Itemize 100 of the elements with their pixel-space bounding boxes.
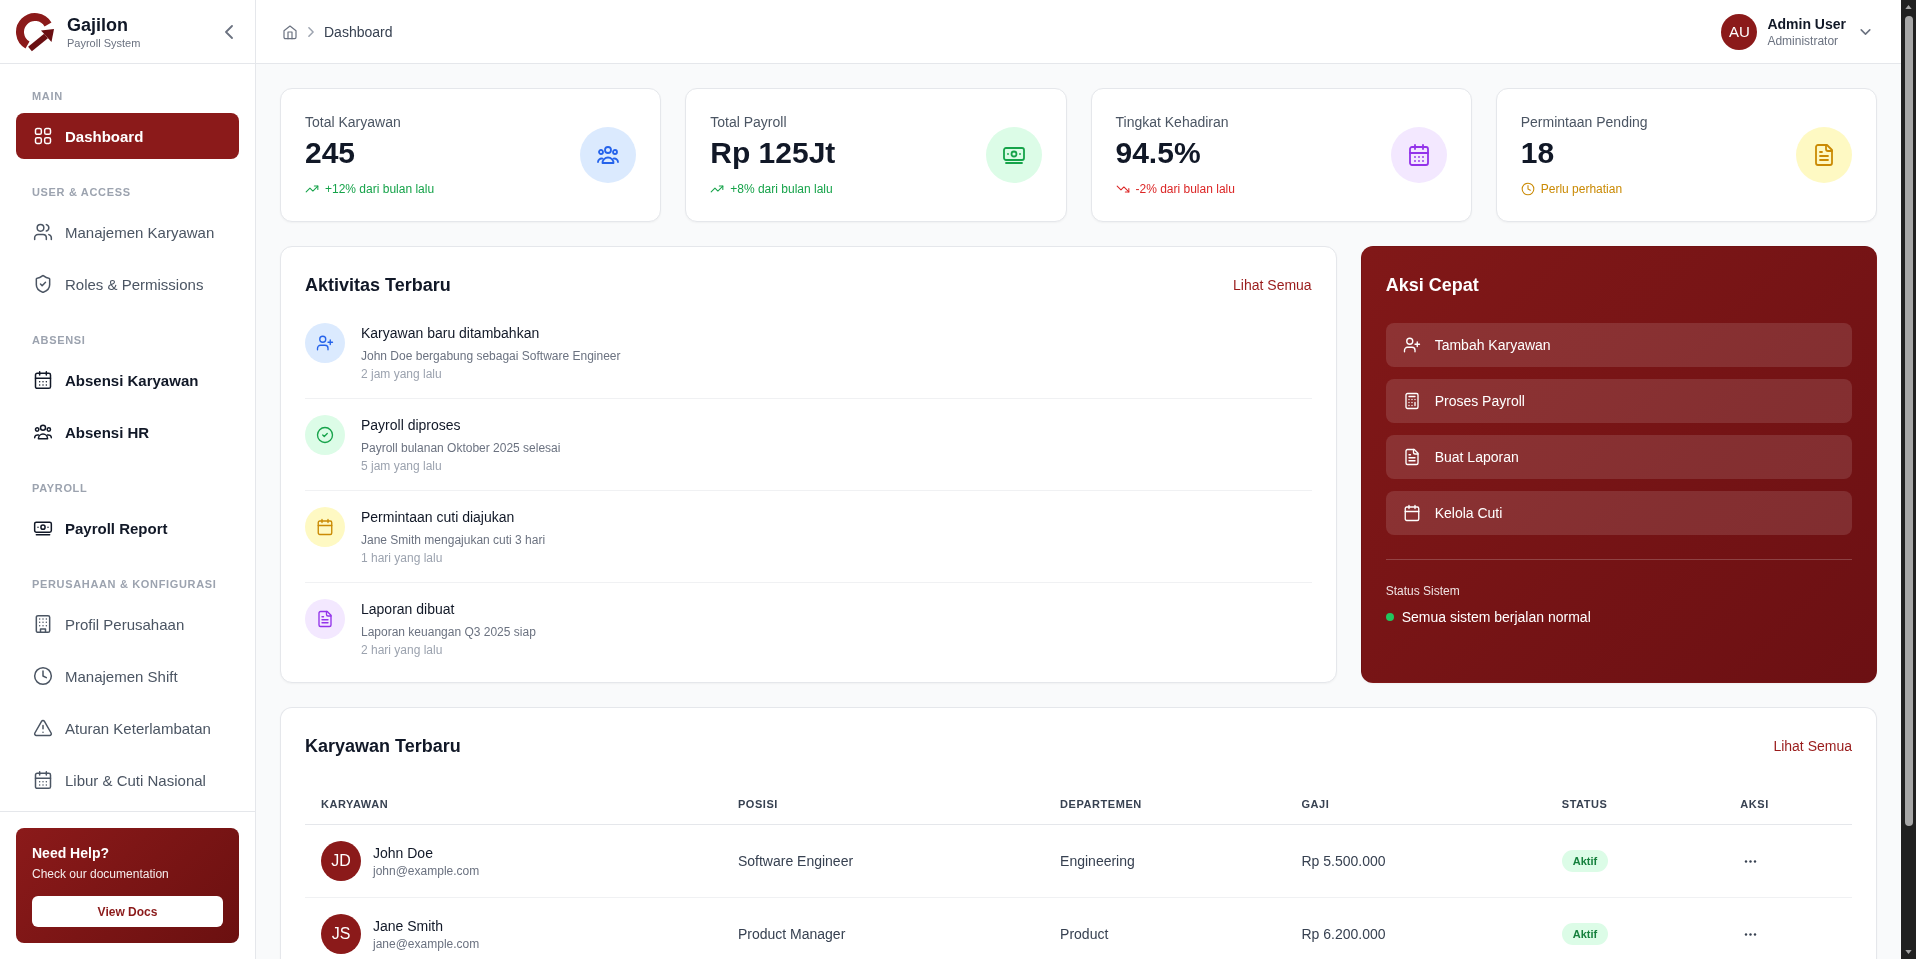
calendar-icon bbox=[1402, 504, 1421, 522]
check-circle-icon bbox=[305, 415, 345, 455]
grid-icon bbox=[33, 126, 53, 146]
card-title: Aktivitas Terbaru bbox=[305, 274, 451, 297]
chevron-left-icon bbox=[225, 24, 233, 39]
position-text: Software Engineer bbox=[737, 852, 854, 871]
home-icon[interactable] bbox=[282, 23, 298, 40]
activity-time: 5 jam yang lalu bbox=[361, 458, 443, 474]
view-docs-button[interactable]: View Docs bbox=[32, 896, 223, 927]
nav-item[interactable]: Manajemen Karyawan bbox=[16, 209, 239, 255]
stat-label: Total Payroll bbox=[710, 113, 788, 131]
users-icon bbox=[33, 222, 53, 242]
employee-name: Jane Smith bbox=[373, 917, 445, 936]
status-label: Status Sistem bbox=[1385, 583, 1461, 599]
column-header: POSISI bbox=[736, 797, 779, 812]
document-icon bbox=[305, 599, 345, 639]
department-text: Product bbox=[1060, 925, 1109, 944]
stat-note: Perlu perhatian bbox=[1540, 181, 1623, 197]
document-icon bbox=[1402, 448, 1421, 466]
user-role: Administrator bbox=[1767, 32, 1840, 49]
more-icon bbox=[1744, 932, 1758, 936]
stat-label: Total Karyawan bbox=[305, 113, 402, 131]
employee-name: John Doe bbox=[373, 844, 434, 863]
activity-description: John Doe bergabung sebagai Software Engineer bbox=[361, 348, 621, 365]
activity-time: 2 hari yang lalu bbox=[361, 642, 444, 658]
nav-section-label: USER & ACCESS bbox=[31, 185, 132, 199]
employee-email: jane@example.com bbox=[373, 936, 480, 952]
stat-note: +12% dari bulan lalu bbox=[325, 181, 435, 197]
nav-item[interactable]: Profil Perusahaan bbox=[16, 601, 239, 647]
stat-value: 245 bbox=[305, 135, 357, 171]
scrollbar-thumb[interactable] bbox=[1904, 16, 1913, 826]
activity-description: Jane Smith mengajukan cuti 3 hari bbox=[361, 532, 546, 549]
activity-title: Permintaan cuti diajukan bbox=[361, 508, 516, 527]
nav-section-label: PERUSAHAAN & KONFIGURASI bbox=[31, 577, 218, 591]
stat-value: 94.5% bbox=[1115, 135, 1202, 171]
nav-item[interactable]: Manajemen Shift bbox=[16, 653, 239, 699]
employee-avatar: JD bbox=[321, 841, 361, 881]
nav-item[interactable]: Payroll Report bbox=[16, 505, 239, 551]
activity-title: Payroll diproses bbox=[361, 416, 462, 435]
department-text: Engineering bbox=[1060, 852, 1135, 871]
activity-time: 1 hari yang lalu bbox=[361, 550, 444, 566]
warning-icon bbox=[33, 718, 53, 738]
salary-text: Rp 5.500.000 bbox=[1301, 852, 1386, 871]
card-title: Karyawan Terbaru bbox=[305, 735, 461, 758]
user-name: Admin User bbox=[1767, 14, 1846, 33]
nav-item[interactable]: Dashboard bbox=[16, 113, 239, 159]
see-all-link[interactable]: Lihat Semua bbox=[1773, 738, 1852, 754]
breadcrumb-current: Dashboard bbox=[324, 23, 393, 40]
column-header: KARYAWAN bbox=[320, 797, 390, 812]
calendar-icon bbox=[33, 770, 53, 790]
column-header: AKSI bbox=[1739, 797, 1770, 812]
calendar-icon bbox=[305, 507, 345, 547]
stat-note: -2% dari bulan lalu bbox=[1135, 181, 1235, 197]
document-icon bbox=[1796, 127, 1852, 183]
column-header: DEPARTEMEN bbox=[1059, 797, 1143, 812]
stat-label: Tingkat Kehadiran bbox=[1115, 113, 1230, 131]
activity-title: Karyawan baru ditambahkan bbox=[361, 324, 541, 343]
quick-action-button[interactable]: Proses Payroll bbox=[1385, 379, 1852, 423]
more-icon bbox=[1744, 859, 1758, 863]
scroll-up-arrow-icon[interactable] bbox=[1905, 5, 1912, 9]
status-badge: Aktif bbox=[1561, 850, 1609, 872]
nav-item[interactable]: Libur & Cuti Nasional bbox=[16, 757, 239, 803]
status-text: Semua sistem berjalan normal bbox=[1401, 608, 1591, 627]
nav-section-label: PAYROLL bbox=[31, 481, 89, 495]
stat-value: Rp 125Jt bbox=[710, 135, 836, 171]
nav-item[interactable]: Aturan Keterlambatan bbox=[16, 705, 239, 751]
see-all-link[interactable]: Lihat Semua bbox=[1233, 277, 1312, 293]
calendar-icon bbox=[33, 370, 53, 390]
building-icon bbox=[33, 614, 53, 634]
help-text: Check our documentation bbox=[32, 866, 170, 882]
chevron-right-icon bbox=[308, 26, 314, 37]
logo-icon bbox=[15, 11, 55, 52]
employee-avatar: JS bbox=[321, 914, 361, 954]
activity-title: Laporan dibuat bbox=[361, 600, 456, 619]
user-avatar[interactable]: AU bbox=[1721, 13, 1758, 50]
brand-name: Gajilon bbox=[67, 13, 129, 36]
quick-action-button[interactable]: Buat Laporan bbox=[1385, 435, 1852, 479]
column-header: STATUS bbox=[1560, 797, 1609, 812]
quick-action-button[interactable]: Kelola Cuti bbox=[1385, 491, 1852, 535]
column-header: GAJI bbox=[1300, 797, 1331, 812]
nav-item[interactable]: Absensi HR bbox=[16, 409, 239, 455]
stat-note: +8% dari bulan lalu bbox=[730, 181, 833, 197]
nav-section-label: MAIN bbox=[31, 89, 64, 103]
banknote-icon bbox=[33, 518, 53, 538]
brand-subtitle: Payroll System bbox=[67, 35, 142, 50]
position-text: Product Manager bbox=[737, 925, 846, 944]
clock-icon bbox=[33, 666, 53, 686]
activity-time: 2 jam yang lalu bbox=[361, 366, 443, 382]
activity-description: Payroll bulanan Oktober 2025 selesai bbox=[361, 440, 561, 457]
salary-text: Rp 6.200.000 bbox=[1301, 925, 1386, 944]
nav-item[interactable]: Absensi Karyawan bbox=[16, 357, 239, 403]
scroll-down-arrow-icon[interactable] bbox=[1905, 950, 1912, 954]
nav-section-label: ABSENSI bbox=[31, 333, 87, 347]
activity-description: Laporan keuangan Q3 2025 siap bbox=[361, 624, 536, 641]
employee-email: john@example.com bbox=[373, 863, 480, 879]
chevron-down-icon[interactable] bbox=[1860, 28, 1871, 35]
quick-action-button[interactable]: Tambah Karyawan bbox=[1385, 323, 1852, 367]
calculator-icon bbox=[1402, 392, 1421, 410]
stat-value: 18 bbox=[1520, 135, 1556, 171]
nav-item[interactable]: Roles & Permissions bbox=[16, 261, 239, 307]
